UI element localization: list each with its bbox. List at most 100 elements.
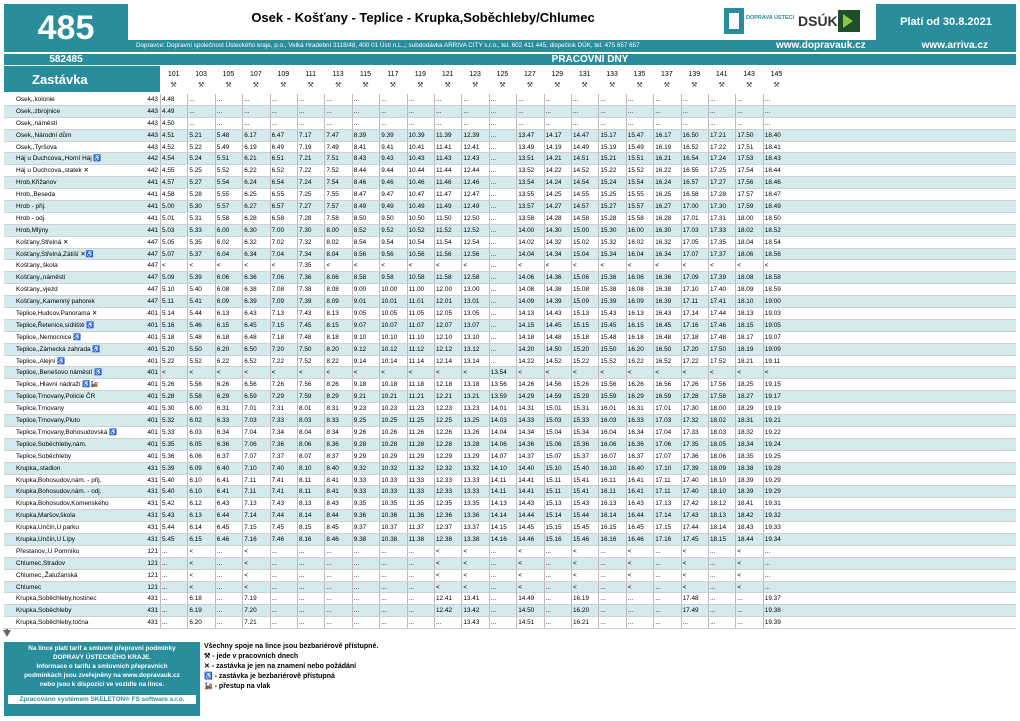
- departure-time: 17.51: [735, 141, 762, 153]
- departure-time: 6.15: [214, 319, 242, 331]
- departure-time: 19.28: [762, 462, 790, 474]
- departure-time: 6.43: [214, 498, 242, 510]
- departure-time: ...: [351, 557, 379, 569]
- stop-row: Přestanov,,U Pomníku 121... <... <.........…: [4, 545, 1016, 558]
- departure-time: ...: [708, 605, 735, 617]
- departure-time: ...: [269, 94, 297, 105]
- departure-time: 11.37: [406, 522, 434, 534]
- departure-time: 14.52: [543, 355, 571, 367]
- stop-name: Teplice,Trnovany: [16, 405, 65, 413]
- departure-time: 12.18: [434, 379, 461, 391]
- departure-time: 15.21: [598, 153, 625, 165]
- departure-time: 8.31: [324, 403, 351, 415]
- departure-time: 15.14: [543, 510, 571, 522]
- stop-row: Teplice,Trnovany,Bohosudovská ♿ 401 5.33 6.…: [4, 426, 1016, 439]
- departure-time: ...: [543, 105, 571, 117]
- departure-time: 13.23: [461, 403, 488, 415]
- departure-time: 6.39: [242, 296, 269, 308]
- departure-time: ...: [160, 593, 187, 605]
- departure-time: 18.52: [762, 224, 790, 236]
- departure-time: 12.25: [434, 415, 461, 427]
- software-credit: Zpracováno systémem SKELETON® FS softwar…: [8, 695, 196, 704]
- departure-time: 14.04: [488, 426, 516, 438]
- departure-time: 16.01: [598, 403, 625, 415]
- departure-time: 5.39: [160, 462, 187, 474]
- departure-time: 6.47: [269, 129, 297, 141]
- departure-time: 17.30: [680, 403, 708, 415]
- stop-zone: 401: [147, 321, 158, 329]
- departure-time: 8.20: [324, 343, 351, 355]
- stop-name: Teplice,Trnovany,Policie ČR: [16, 393, 96, 401]
- departure-time: ...: [269, 105, 297, 117]
- stop-row: Košťany,,Kamenný pahorek 447 5.11 5.41 6.09 6…: [4, 296, 1016, 309]
- departure-time: <: [653, 260, 680, 272]
- departure-time: 18.02: [735, 224, 762, 236]
- departure-time: 14.07: [488, 450, 516, 462]
- departure-time: <: [242, 581, 269, 593]
- departure-time: 17.04: [653, 426, 680, 438]
- departure-time: 13.56: [488, 379, 516, 391]
- departure-time: ...: [351, 581, 379, 593]
- departure-time: 6.13: [214, 308, 242, 320]
- web-link-duk[interactable]: www.dopravauk.cz: [776, 40, 866, 52]
- departure-time: ...: [708, 569, 735, 581]
- departure-time: ...: [598, 605, 625, 617]
- departure-time: ...: [379, 593, 406, 605]
- trip-number: 103: [195, 71, 207, 78]
- departure-time: 14.32: [543, 236, 571, 248]
- departure-time: 14.38: [543, 284, 571, 296]
- departure-time: <: [434, 367, 461, 379]
- departure-time: 16.37: [625, 450, 653, 462]
- departure-time: 15.43: [598, 308, 625, 320]
- departure-time: <: [708, 367, 735, 379]
- departure-time: 15.40: [571, 462, 598, 474]
- departure-time: 6.55: [269, 189, 297, 201]
- stop-zone: 401: [147, 405, 158, 413]
- departure-time: 11.49: [434, 201, 461, 213]
- departure-time: <: [269, 367, 297, 379]
- departure-time: 14.55: [571, 189, 598, 201]
- departure-time: 6.31: [214, 403, 242, 415]
- departure-time: 16.28: [653, 212, 680, 224]
- departure-time: 16.29: [625, 391, 653, 403]
- departure-time: ...: [379, 557, 406, 569]
- departure-time: ...: [488, 94, 516, 105]
- departure-time: 14.21: [543, 153, 571, 165]
- departure-time: 10.50: [406, 212, 434, 224]
- departure-time: 14.29: [516, 391, 543, 403]
- departure-time: ...: [406, 569, 434, 581]
- departure-time: 15.25: [598, 189, 625, 201]
- departure-time: ...: [735, 617, 762, 629]
- departure-time: 14.45: [543, 319, 571, 331]
- departure-time: 9.49: [379, 201, 406, 213]
- departure-time: 19.24: [762, 438, 790, 450]
- departure-time: 9.47: [379, 189, 406, 201]
- stop-zone: 447: [147, 250, 158, 258]
- departure-time: 18.06: [708, 450, 735, 462]
- departure-time: 8.37: [324, 450, 351, 462]
- departure-time: 16.45: [625, 522, 653, 534]
- departure-time: 18.47: [762, 189, 790, 201]
- departure-time: 17.32: [680, 415, 708, 427]
- stop-name: Chlumec,,Žalužanská: [16, 571, 78, 579]
- departure-time: 7.24: [297, 177, 324, 189]
- departure-time: ...: [488, 617, 516, 629]
- departure-time: 14.15: [516, 319, 543, 331]
- departure-time: 16.27: [653, 201, 680, 213]
- departure-time: 7.15: [242, 522, 269, 534]
- departure-time: 17.01: [680, 212, 708, 224]
- departure-time: 16.24: [653, 177, 680, 189]
- departure-time: 17.15: [653, 522, 680, 534]
- departure-time: 18.00: [708, 403, 735, 415]
- stop-name: Teplice,,Zámecká zahrada ♿: [16, 345, 101, 353]
- duk-logo: DOPRAVA ÚSTECKÉHO KRAJE: [724, 8, 794, 34]
- departure-time: 8.44: [351, 165, 379, 177]
- departure-time: 18.14: [708, 522, 735, 534]
- departure-time: 18.04: [735, 236, 762, 248]
- departure-time: 11.05: [406, 308, 434, 320]
- departure-time: 17.30: [708, 201, 735, 213]
- departure-time: ...: [708, 105, 735, 117]
- web-link-arriva[interactable]: www.arriva.cz: [922, 40, 988, 52]
- stop-name: Krupka,Bohosudov,Komenského: [16, 500, 109, 508]
- departure-time: <: [516, 581, 543, 593]
